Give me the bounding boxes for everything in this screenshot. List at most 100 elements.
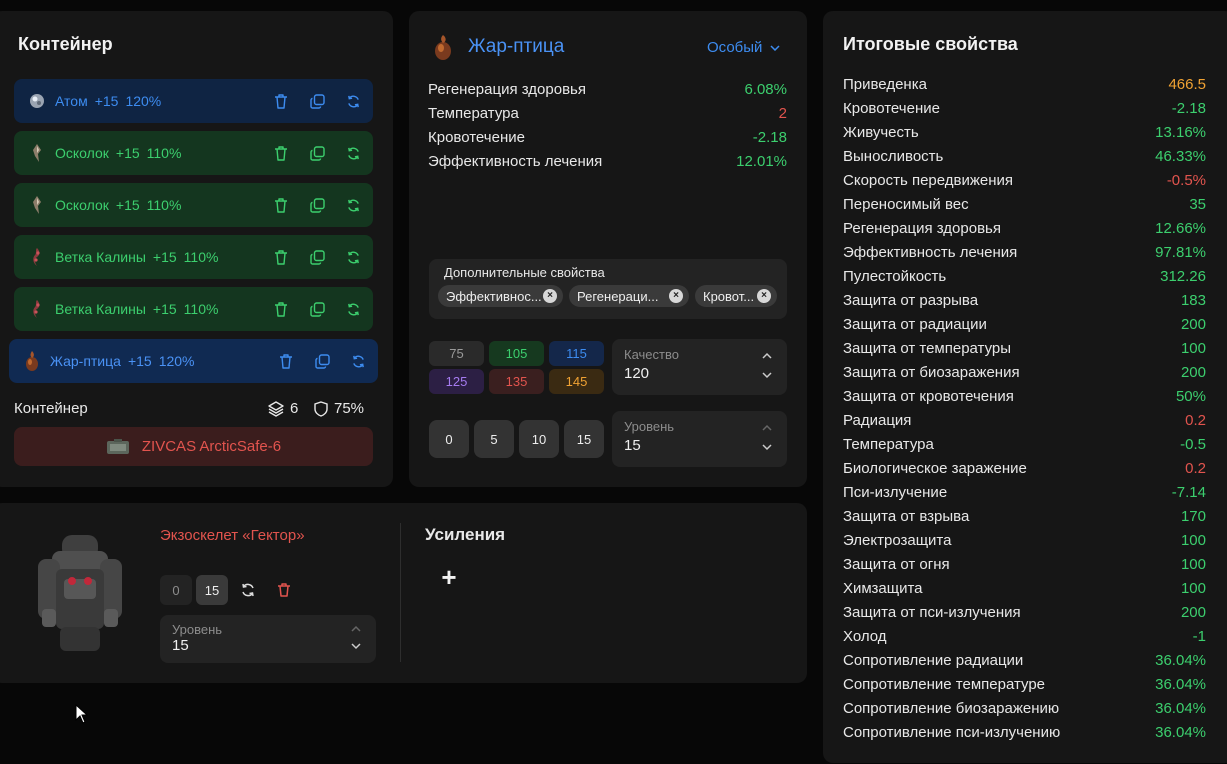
trash-icon[interactable] (278, 353, 294, 369)
quality-preset-button[interactable]: 135 (489, 369, 544, 394)
chevron-down-icon[interactable] (761, 370, 773, 380)
copy-icon[interactable] (309, 93, 325, 109)
trash-icon[interactable] (273, 145, 289, 161)
container-select-button[interactable]: ZIVCAS ArcticSafe-6 (14, 427, 373, 466)
total-stat-value: 0.2 (1185, 412, 1206, 429)
total-stat-value: 183 (1180, 292, 1206, 309)
total-stat-label: Радиация (843, 412, 912, 429)
refresh-icon[interactable] (345, 145, 361, 161)
artifact-row-quality: 110% (146, 145, 182, 161)
slots-value: 6 (290, 400, 299, 417)
total-stat-value: 36.04% (1155, 700, 1206, 717)
refresh-icon[interactable] (240, 582, 256, 598)
copy-icon[interactable] (314, 353, 330, 369)
refresh-icon[interactable] (345, 93, 361, 109)
shield-icon (314, 400, 328, 417)
slots-counter: 6 (268, 400, 298, 417)
total-stat-value: 100 (1180, 532, 1206, 549)
artifact-row-bonus: +15 (152, 301, 177, 317)
add-boost-button[interactable]: + (438, 563, 460, 591)
total-stat-value: 46.33% (1155, 148, 1206, 165)
artifact-row[interactable]: Ветка Калины +15 110% (14, 287, 373, 331)
chevron-down-icon[interactable] (761, 442, 773, 452)
quality-preset-button[interactable]: 145 (549, 369, 604, 394)
artifact-row-actions (273, 183, 361, 227)
artifact-stat-row: Кровотечение -2.18 (428, 129, 787, 146)
copy-icon[interactable] (309, 197, 325, 213)
artifact-row-bonus: +15 (127, 353, 152, 369)
total-stat-row: Пси-излучение -7.14 (843, 484, 1206, 501)
copy-icon[interactable] (309, 145, 325, 161)
total-stat-value: 0.2 (1185, 460, 1206, 477)
total-stat-label: Защита от биозаражения (843, 364, 1020, 381)
total-stat-value: -0.5% (1166, 172, 1206, 189)
quality-spinner[interactable]: Качество 120 (612, 339, 787, 395)
level-spinner[interactable]: Уровень 15 (612, 411, 787, 467)
total-stat-label: Пси-излучение (843, 484, 948, 501)
total-stat-label: Биологическое заражение (843, 460, 1027, 477)
total-stat-row: Живучесть 13.16% (843, 124, 1206, 141)
artifact-row[interactable]: Ветка Калины +15 110% (14, 235, 373, 279)
artifact-row-quality: 120% (125, 93, 162, 109)
total-stat-row: Биологическое заражение 0.2 (843, 460, 1206, 477)
quality-preset-button[interactable]: 115 (549, 341, 604, 366)
total-stat-label: Сопротивление биозаражению (843, 700, 1060, 717)
trash-icon[interactable] (273, 249, 289, 265)
armor-level-min-button[interactable]: 0 (160, 575, 192, 605)
level-preset-button[interactable]: 10 (519, 420, 559, 458)
chevron-up-icon[interactable] (350, 624, 362, 634)
artifact-row[interactable]: Атом +15 120% (14, 79, 373, 123)
copy-icon[interactable] (309, 249, 325, 265)
total-stat-value: 100 (1180, 556, 1206, 573)
refresh-icon[interactable] (345, 197, 361, 213)
trash-icon[interactable] (276, 582, 292, 598)
level-preset-button[interactable]: 15 (564, 420, 604, 458)
refresh-icon[interactable] (345, 301, 361, 317)
shard-artifact-icon (28, 144, 46, 162)
armor-level-max-button[interactable]: 15 (196, 575, 228, 605)
total-stat-value: 13.16% (1155, 124, 1206, 141)
total-stat-row: Химзащита 100 (843, 580, 1206, 597)
artifact-row-name: Атом (55, 93, 88, 109)
quality-preset-button[interactable]: 75 (429, 341, 484, 366)
artifact-row[interactable]: Осколок +15 110% (14, 183, 373, 227)
quality-preset-button[interactable]: 105 (489, 341, 544, 366)
rarity-dropdown[interactable]: Особый (707, 39, 780, 56)
total-stat-row: Регенерация здоровья 12.66% (843, 220, 1206, 237)
chevron-up-icon[interactable] (761, 351, 773, 361)
close-icon[interactable]: × (669, 289, 683, 303)
artifact-row-quality: 120% (158, 353, 195, 369)
total-stat-value: -2.18 (1171, 100, 1206, 117)
container-case-icon (106, 438, 129, 454)
trash-icon[interactable] (273, 197, 289, 213)
trash-icon[interactable] (273, 301, 289, 317)
level-preset-button[interactable]: 0 (429, 420, 469, 458)
total-stat-value: 12.66% (1155, 220, 1206, 237)
total-stat-row: Пулестойкость 312.26 (843, 268, 1206, 285)
chip-label: Регенераци... (577, 288, 659, 304)
copy-icon[interactable] (309, 301, 325, 317)
total-stat-label: Сопротивление пси-излучению (843, 724, 1061, 741)
chevron-up-icon[interactable] (761, 423, 773, 433)
artifact-row[interactable]: Осколок +15 110% (14, 131, 373, 175)
level-preset-button[interactable]: 5 (474, 420, 514, 458)
trash-icon[interactable] (273, 93, 289, 109)
armor-level-spinner[interactable]: Уровень 15 (160, 615, 376, 663)
firebird-artifact-icon (23, 351, 41, 371)
stat-value: 6.08% (744, 81, 787, 98)
chevron-down-icon[interactable] (350, 641, 362, 651)
total-stat-label: Электрозащита (843, 532, 952, 549)
artifact-row-actions (273, 79, 361, 123)
artifact-row-bonus: +15 (115, 197, 140, 213)
total-stat-label: Живучесть (843, 124, 919, 141)
close-icon[interactable]: × (543, 289, 557, 303)
total-stat-label: Защита от разрыва (843, 292, 979, 309)
container-panel: Контейнер Атом +15 120% Осколок +15 110% Оскол… (0, 11, 393, 487)
close-icon[interactable]: × (757, 289, 771, 303)
artifact-row[interactable]: Жар-птица +15 120% (9, 339, 378, 383)
artifact-row-bonus: +15 (115, 145, 140, 161)
refresh-icon[interactable] (345, 249, 361, 265)
quality-preset-button[interactable]: 125 (429, 369, 484, 394)
total-stat-label: Защита от кровотечения (843, 388, 1014, 405)
refresh-icon[interactable] (350, 353, 366, 369)
